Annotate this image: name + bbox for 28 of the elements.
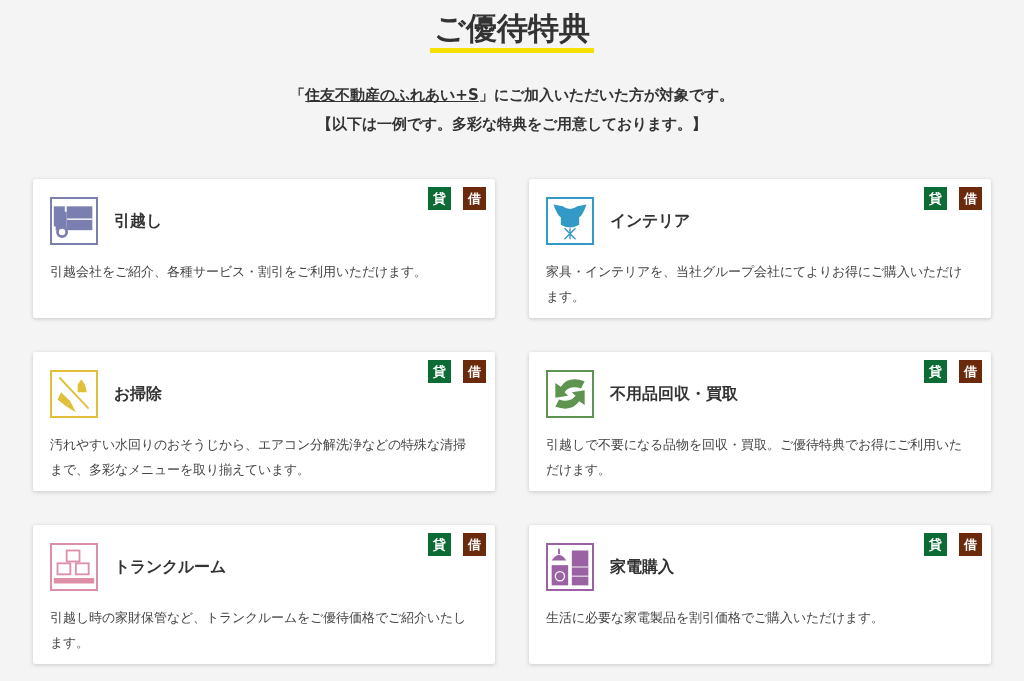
tag-badge: 借	[463, 533, 486, 556]
tag-badge: 貸	[924, 360, 947, 383]
page-heading: ご優待特典	[430, 8, 594, 53]
tag-badge: 借	[463, 360, 486, 383]
card-description: 引越しで不要になる品物を回収・買取。ご優待特典でお得にご利用いただけます。	[546, 436, 963, 479]
card-description: 汚れやすい水回りのおそうじから、エアコン分解洗浄などの特殊な清掃まで、多彩なメニューを取り揃えています。	[50, 436, 467, 479]
membership-link[interactable]: 住友不動産のふれあい+S	[305, 86, 479, 104]
tag-badge: 借	[463, 187, 486, 210]
intro-sentence: 「住友不動産のふれあい+S」にご加入いただいた方が対象です。	[290, 85, 734, 106]
card-description: 引越し時の家財保管など、トランクルームをご優待価格でご紹介いたします。	[50, 609, 467, 652]
tag-badge: 貸	[428, 360, 451, 383]
tag-badge: 貸	[924, 187, 947, 210]
tag-badge: 貸	[428, 187, 451, 210]
card-title: 不用品回収・買取	[610, 383, 738, 405]
intro-note: 【以下は一例です。多彩な特典をご用意しております。】	[317, 114, 707, 135]
tag-badge: 貸	[924, 533, 947, 556]
card-description: 生活に必要な家電製品を割引価格でご購入いただけます。	[546, 609, 885, 627]
tag-badge: 貸	[428, 533, 451, 556]
card-title: インテリア	[610, 210, 690, 232]
card-title: 家電購入	[610, 556, 674, 578]
tag-badge: 借	[959, 360, 982, 383]
tag-badge: 借	[959, 533, 982, 556]
card-description: 引越会社をご紹介、各種サービス・割引をご利用いただけます。	[50, 263, 428, 281]
tag-badge: 借	[959, 187, 982, 210]
card-description: 家具・インテリアを、当社グループ会社にてよりお得にご購入いただけます。	[546, 263, 963, 306]
card-title: お掃除	[114, 383, 162, 405]
card-title: 引越し	[114, 210, 162, 232]
card-title: トランクルーム	[114, 556, 226, 578]
